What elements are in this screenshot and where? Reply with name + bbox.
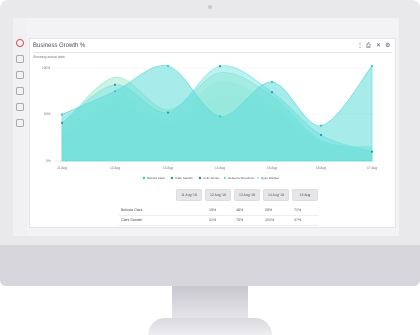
doc-icon[interactable] [16,87,24,95]
series-layer [60,64,374,162]
screen: Business Growth % Showing actual data ⋮ … [13,18,399,236]
x-tick-0: 11 Aug [57,166,67,170]
data-point-0-5[interactable] [319,124,323,127]
date-button-3[interactable]: 14 Aug '18 [263,189,289,201]
x-tick-6: 17 Aug [367,166,377,170]
area-chart: 100% 50% 0% 11 Aug 12 Aug 13 Aug 14 Aug … [42,64,377,180]
monitor: Business Growth % Showing actual data ⋮ … [0,0,420,335]
legend-label-2[interactable]: Colin Smiley [203,176,220,180]
x-tick-1: 12 Aug [110,166,120,170]
data-point-1-5[interactable] [319,133,323,137]
date-button-0[interactable]: 11 Aug '18 [176,189,202,201]
row-value: 41% [209,218,217,222]
legend-label-4[interactable]: Ryan Mathew [261,176,280,180]
date-button-1[interactable]: 12 Aug '18 [205,189,231,201]
row-value: 25% [265,208,273,212]
table-row: Clark Santish 41% 75% 101% 47% [119,216,319,226]
clipboard-icon[interactable] [16,103,24,111]
row-name: Belinda Clark [121,208,143,212]
data-point-0-1[interactable] [113,90,117,93]
target-icon[interactable] [16,39,24,47]
row-value: 75% [236,218,244,222]
data-point-1-0[interactable] [60,121,64,124]
monitor-stand-base [148,318,272,335]
legend-label-3[interactable]: Rebecca Woodrush [228,176,255,180]
row-value: 101% [265,218,275,222]
app-sidebar [13,18,27,236]
panel-title-text: Business Growth [33,43,79,49]
x-tick-2: 13 Aug [163,166,173,170]
legend-label-0[interactable]: Belinda Clark [147,176,165,180]
row-value: 48% [236,208,244,212]
data-point-0-4[interactable] [270,80,274,84]
data-point-0-0[interactable] [60,113,64,116]
data-point-0-2[interactable] [166,64,170,68]
x-axis-labels: 11 Aug 12 Aug 13 Aug 14 Aug 15 Aug 16 Au… [57,166,377,170]
y-tick-50: 50% [44,112,51,116]
row-value: 71% [294,208,302,212]
vertical-dots-icon[interactable]: ⋮ [357,43,363,49]
date-button-2[interactable]: 13 Aug '18 [234,189,260,201]
chart-icon[interactable] [16,55,24,63]
legend-label-1[interactable]: Clark Santish [175,176,193,180]
x-tick-5: 16 Aug [316,166,326,170]
camera-dot [208,5,212,9]
legend-marker-2 [198,176,202,180]
date-buttons: 11 Aug '18 12 Aug '18 13 Aug '18 14 Aug … [176,189,321,201]
data-point-1-2[interactable] [166,111,170,114]
row-value: 47% [294,218,302,222]
data-point-1-4[interactable] [270,91,274,94]
data-point-1-3[interactable] [218,65,222,68]
data-point-0-6[interactable] [370,64,374,68]
x-tick-4: 15 Aug [267,166,277,170]
data-point-0-3[interactable] [218,115,222,118]
x-tick-3: 14 Aug [215,166,225,170]
legend-marker-0 [142,176,146,180]
data-point-1-1[interactable] [113,83,117,86]
legend-marker-4 [256,176,260,180]
y-tick-0: 0% [46,159,51,163]
percent-icon: % [80,43,86,49]
close-icon[interactable]: ✕ [376,43,381,49]
users-icon[interactable] [16,119,24,127]
gear-icon[interactable]: ⚙ [385,43,390,49]
title-divider [33,52,392,53]
legend-marker-1 [170,176,174,180]
table-row: Belinda Clark 15% 48% 25% 71% [119,206,319,216]
date-button-4[interactable]: 15 Aug [292,189,318,201]
pen-icon[interactable] [16,71,24,79]
legend: Belinda Clark Clark Santish Colin Smiley… [142,176,280,180]
monitor-stand-neck [172,286,248,320]
data-point-1-6[interactable] [370,150,374,153]
monitor-chin [0,245,420,286]
panel-title: Business Growth % [33,43,85,49]
legend-marker-3 [223,176,227,180]
row-value: 15% [209,208,217,212]
row-name: Clark Santish [121,218,143,222]
printer-icon[interactable]: ⎙ [366,43,371,49]
y-tick-100: 100% [42,66,50,70]
chart-panel: Business Growth % Showing actual data ⋮ … [29,38,396,228]
y-axis-labels: 100% 50% 0% [42,66,51,163]
